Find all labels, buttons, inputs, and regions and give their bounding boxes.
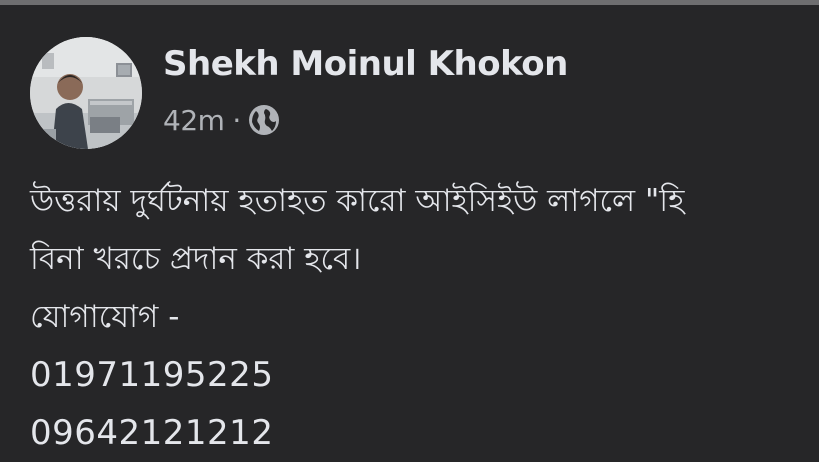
window-top-border <box>0 0 819 5</box>
globe-icon[interactable] <box>247 103 281 137</box>
post-body: উত্তরায় দুর্ঘটনায় হতাহত কারো আইসিইউ লা… <box>30 172 819 462</box>
author-name[interactable]: Shekh Moinul Khokon <box>163 38 568 90</box>
post-meta: 42m · <box>163 96 281 144</box>
phone-number: 01971195225 <box>30 355 274 395</box>
avatar[interactable] <box>30 37 142 149</box>
post-text-line: বিনা খরচে প্রদান করা হবে। <box>30 241 362 277</box>
meta-separator: · <box>232 103 242 137</box>
post-text-line: উত্তরায় দুর্ঘটনায় হতাহত কারো আইসিইউ লা… <box>30 183 685 219</box>
avatar-photo <box>30 37 142 149</box>
contact-label: যোগাযোগ - <box>30 299 180 335</box>
post-timestamp[interactable]: 42m <box>163 104 225 137</box>
phone-number: 09642121212 <box>30 413 274 453</box>
